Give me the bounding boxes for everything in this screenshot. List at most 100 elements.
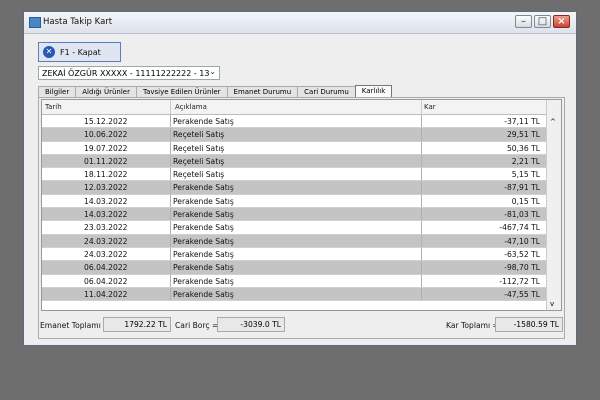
column-gridline — [170, 234, 171, 247]
table-row[interactable]: 19.07.2022 Reçeteli Satış 50,36 TL — [42, 141, 548, 155]
column-gridline — [170, 141, 171, 154]
table-row[interactable]: 24.03.2022 Perakende Satış -47,10 TL — [42, 234, 548, 248]
cell-date: 11.04.2022 — [84, 289, 128, 299]
cell-description: Reçeteli Satış — [173, 130, 225, 140]
column-gridline — [421, 234, 422, 247]
tab-tavsiye-edilen-urunler[interactable]: Tavsiye Edilen Ürünler — [135, 86, 228, 97]
cell-date: 19.07.2022 — [84, 143, 128, 153]
chevron-down-icon[interactable]: ⌄ — [209, 67, 216, 76]
table-row[interactable]: 14.03.2022 Perakende Satış 0,15 TL — [42, 194, 548, 209]
table-row[interactable]: 15.12.2022 Perakende Satış -37,11 TL — [42, 115, 548, 129]
table-row[interactable]: 06.04.2022 Perakende Satış -98,70 TL — [42, 261, 548, 275]
scroll-down-icon[interactable]: v — [550, 300, 554, 308]
cell-description: Reçeteli Satış — [173, 156, 225, 166]
kapat-button-label: F1 - Kapat — [60, 48, 101, 57]
cell-kar: -63,52 TL — [504, 249, 540, 259]
cell-kar: -47,55 TL — [504, 289, 540, 299]
column-gridline — [170, 154, 171, 168]
close-icon: × — [557, 16, 566, 27]
cell-description: Reçeteli Satış — [173, 170, 225, 180]
table-row[interactable]: 11.04.2022 Perakende Satış -47,55 TL — [42, 287, 548, 302]
column-gridline — [421, 128, 422, 141]
cell-date: 24.03.2022 — [84, 236, 128, 246]
close-window-button[interactable]: × — [553, 15, 570, 28]
column-gridline — [421, 168, 422, 181]
cell-description: Perakende Satış — [173, 249, 234, 259]
cell-kar: 50,36 TL — [506, 143, 540, 153]
tab-bilgiler[interactable]: Bilgiler — [38, 86, 77, 97]
column-gridline — [170, 128, 171, 141]
table-row[interactable]: 14.03.2022 Perakende Satış -81,03 TL — [42, 208, 548, 222]
column-gridline — [170, 168, 171, 181]
kapat-button[interactable]: ✕ F1 - Kapat — [38, 42, 121, 62]
minimize-button[interactable]: – — [515, 15, 532, 28]
table-row[interactable]: 24.03.2022 Perakende Satış -63,52 TL — [42, 247, 548, 262]
column-gridline — [170, 181, 171, 194]
column-gridline — [421, 261, 422, 274]
cell-description: Perakende Satış — [173, 289, 234, 299]
close-circle-icon: ✕ — [43, 46, 55, 58]
table-row[interactable]: 23.03.2022 Perakende Satış -467,74 TL — [42, 221, 548, 235]
vertical-scrollbar[interactable]: ^ v — [546, 100, 561, 310]
cell-date: 18.11.2022 — [84, 170, 128, 180]
tab-cari-durumu[interactable]: Cari Durumu — [297, 86, 356, 97]
cell-date: 23.03.2022 — [84, 223, 128, 233]
table-row[interactable]: 10.06.2022 Reçeteli Satış 29,51 TL — [42, 128, 548, 142]
cell-description: Perakende Satış — [173, 196, 234, 206]
cell-date: 14.03.2022 — [84, 196, 128, 206]
title-bar[interactable]: Hasta Takip Kart – □ × — [24, 12, 576, 34]
tab-karlilik[interactable]: Karlılık — [354, 85, 393, 97]
cell-kar: 5,15 TL — [511, 170, 540, 180]
column-header-tarih[interactable]: Tarih — [45, 103, 62, 111]
cell-description: Perakende Satış — [173, 263, 234, 273]
scroll-up-icon[interactable]: ^ — [550, 118, 556, 126]
app-window-icon — [29, 17, 41, 28]
column-gridline — [170, 247, 171, 261]
emanet-total-field: 1792.22 TL — [103, 317, 171, 332]
column-gridline — [421, 141, 422, 154]
cell-date: 15.12.2022 — [84, 117, 128, 126]
cell-description: Perakende Satış — [173, 210, 234, 220]
column-divider[interactable] — [170, 100, 171, 114]
table-row[interactable]: 06.04.2022 Perakende Satış -112,72 TL — [42, 274, 548, 288]
emanet-total-label: Emanet Toplamı = — [40, 321, 110, 330]
window-title: Hasta Takip Kart — [43, 17, 113, 27]
cell-description: Perakende Satış — [173, 276, 234, 286]
cell-kar: -467,74 TL — [499, 223, 540, 233]
tab-emanet-durumu[interactable]: Emanet Durumu — [226, 86, 299, 97]
column-header-kar[interactable]: Kar — [424, 103, 436, 111]
column-header-aciklama[interactable]: Açıklama — [175, 103, 207, 111]
cell-kar: -81,03 TL — [504, 210, 540, 220]
patient-select-value: ZEKAİ ÖZGÜR XXXXX - 11111222222 - 13 — [42, 69, 210, 78]
column-gridline — [170, 287, 171, 301]
table-row[interactable]: 12.03.2022 Perakende Satış -87,91 TL — [42, 181, 548, 195]
kar-total-field: -1580.59 TL — [495, 317, 563, 332]
column-gridline — [170, 261, 171, 274]
column-gridline — [170, 221, 171, 234]
column-gridline — [421, 287, 422, 301]
column-gridline — [170, 115, 171, 128]
cell-date: 24.03.2022 — [84, 249, 128, 259]
cell-date: 12.03.2022 — [84, 183, 128, 193]
column-gridline — [170, 208, 171, 221]
patient-select[interactable]: ZEKAİ ÖZGÜR XXXXX - 11111222222 - 13 ⌄ — [38, 66, 220, 80]
maximize-icon: □ — [537, 16, 548, 27]
cell-kar: -37,11 TL — [504, 117, 540, 126]
column-gridline — [421, 115, 422, 128]
cell-description: Perakende Satış — [173, 236, 234, 246]
table-body: 15.12.2022 Perakende Satış -37,11 TL 10.06.… — [42, 115, 548, 302]
cell-description: Reçeteli Satış — [173, 143, 225, 153]
column-divider[interactable] — [421, 100, 422, 114]
column-gridline — [170, 274, 171, 287]
cell-kar: -112,72 TL — [499, 276, 540, 286]
column-gridline — [170, 194, 171, 208]
table-row[interactable]: 01.11.2022 Reçeteli Satış 2,21 TL — [42, 154, 548, 169]
tab-aldigi-urunler[interactable]: Aldığı Ürünler — [75, 86, 137, 97]
maximize-button[interactable]: □ — [534, 15, 551, 28]
column-gridline — [421, 208, 422, 221]
totals-bar: Emanet Toplamı = 1792.22 TL Cari Borç = … — [39, 317, 566, 335]
minimize-icon: – — [521, 16, 526, 27]
table-row[interactable]: 18.11.2022 Reçeteli Satış 5,15 TL — [42, 168, 548, 182]
column-gridline — [421, 154, 422, 168]
column-gridline — [421, 247, 422, 261]
